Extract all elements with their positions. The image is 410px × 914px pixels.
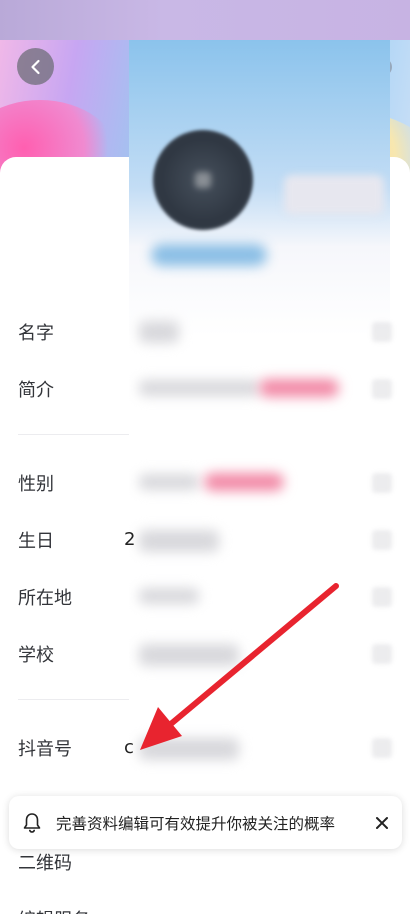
- location-label: 所在地: [18, 588, 72, 609]
- birthday-value: 2: [124, 529, 136, 550]
- redacted-name: [139, 321, 179, 343]
- douyin-id-value: c: [124, 737, 134, 758]
- redacted-gender: [139, 474, 199, 490]
- redacted-button[interactable]: [284, 175, 384, 215]
- service-row[interactable]: 编辑服务: [18, 899, 90, 914]
- birthday-row[interactable]: 生日: [18, 520, 54, 560]
- close-icon[interactable]: [374, 815, 390, 831]
- intro-row[interactable]: 简介: [18, 369, 54, 409]
- chevron-right-icon: [372, 379, 392, 399]
- qrcode-label: 二维码: [18, 853, 72, 874]
- redacted-douyin-id: [139, 738, 239, 760]
- birthday-label: 生日: [18, 531, 54, 552]
- gender-row[interactable]: 性别: [18, 463, 54, 503]
- redacted-profile-area: [129, 40, 390, 780]
- profile-tip-toast: 完善资料编辑可有效提升你被关注的概率: [9, 796, 402, 849]
- name-label: 名字: [18, 323, 54, 344]
- redacted-intro-tag: [259, 379, 339, 397]
- douyin-id-label: 抖音号: [18, 739, 72, 760]
- chevron-right-icon: [372, 644, 392, 664]
- chevron-right-icon: [372, 530, 392, 550]
- chevron-right-icon: [372, 473, 392, 493]
- redacted-location: [139, 588, 199, 604]
- chevron-right-icon: [372, 738, 392, 758]
- avatar[interactable]: [153, 130, 253, 230]
- redacted-birthday: [139, 530, 219, 552]
- name-row[interactable]: 名字: [18, 312, 54, 352]
- redacted-intro: [139, 380, 259, 396]
- chevron-right-icon: [372, 587, 392, 607]
- douyin-id-row[interactable]: 抖音号: [18, 728, 72, 768]
- status-bar-background: [0, 0, 410, 40]
- bell-icon: [23, 812, 41, 833]
- redacted-tag: [151, 244, 267, 266]
- school-label: 学校: [18, 645, 54, 666]
- chevron-right-icon: [372, 322, 392, 342]
- intro-label: 简介: [18, 380, 54, 401]
- chevron-left-icon: [30, 59, 40, 74]
- toast-message: 完善资料编辑可有效提升你被关注的概率: [56, 814, 336, 833]
- school-row[interactable]: 学校: [18, 634, 54, 674]
- location-row[interactable]: 所在地: [18, 577, 72, 617]
- redacted-gender-tag: [204, 473, 284, 491]
- back-button[interactable]: [17, 48, 54, 85]
- redacted-school: [139, 644, 239, 666]
- gender-label: 性别: [18, 474, 54, 495]
- service-label: 编辑服务: [18, 906, 90, 914]
